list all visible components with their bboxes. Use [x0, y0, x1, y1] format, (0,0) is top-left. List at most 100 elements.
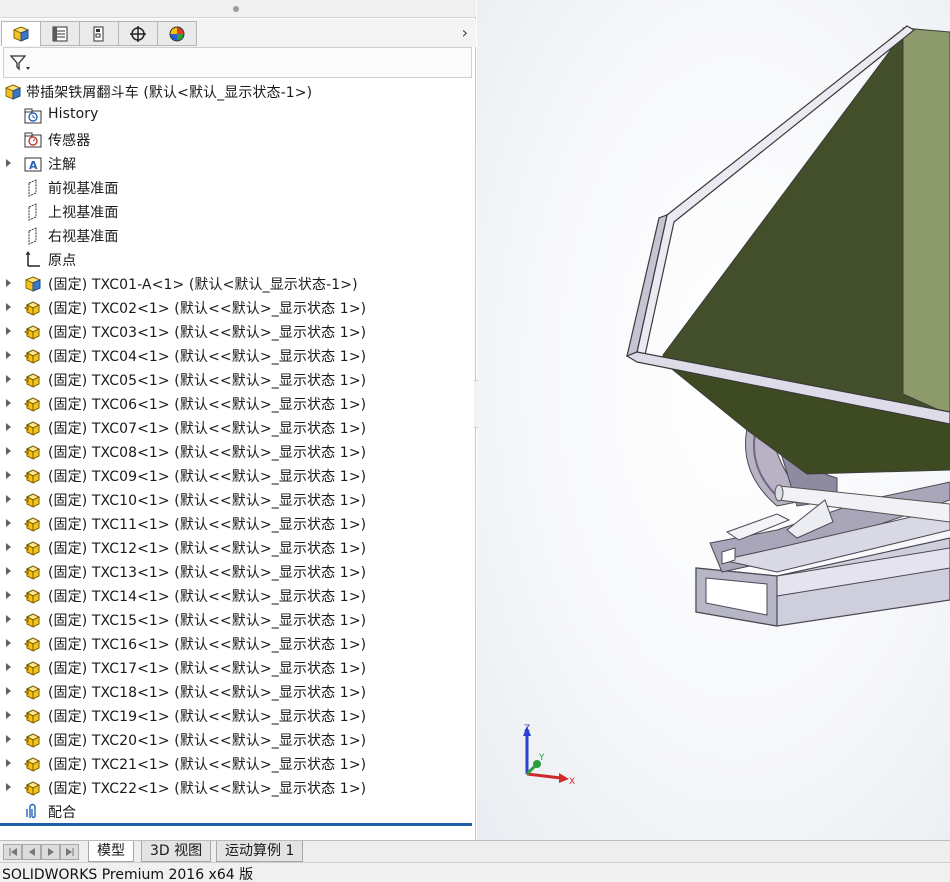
tree-component-3[interactable]: (固定) TXC03<1> (默认<<默认>_显示状态 1>) [0, 320, 476, 344]
plane-icon [28, 203, 37, 221]
expand-arrow-icon[interactable] [6, 447, 11, 455]
expand-arrow-icon[interactable] [6, 375, 11, 383]
tab-motion-study[interactable]: 运动算例 1 [216, 841, 304, 862]
expand-arrow-icon[interactable] [6, 495, 11, 503]
tree-component-16[interactable]: (固定) TXC16<1> (默认<<默认>_显示状态 1>) [0, 632, 476, 656]
status-bar: SOLIDWORKS Premium 2016 x64 版 [0, 862, 950, 882]
tree-component-6[interactable]: (固定) TXC06<1> (默认<<默认>_显示状态 1>) [0, 392, 476, 416]
expand-arrow-icon[interactable] [6, 159, 11, 167]
tree-item-right-plane[interactable]: 右视基准面 [0, 224, 476, 248]
tree-filter-bar[interactable] [3, 47, 472, 78]
tree-component-15[interactable]: (固定) TXC15<1> (默认<<默认>_显示状态 1>) [0, 608, 476, 632]
first-arrow-icon [9, 848, 17, 856]
orientation-triad: Z Y X [523, 724, 575, 787]
expand-arrow-icon[interactable] [6, 327, 11, 335]
tree-item-sensors[interactable]: 传感器 [0, 128, 476, 152]
expand-arrow-icon[interactable] [6, 279, 11, 287]
tree-component-20[interactable]: (固定) TXC20<1> (默认<<默认>_显示状态 1>) [0, 728, 476, 752]
origin-icon [25, 251, 40, 267]
tree-component-10[interactable]: (固定) TXC10<1> (默认<<默认>_显示状态 1>) [0, 488, 476, 512]
component-label: (固定) TXC15<1> (默认<<默认>_显示状态 1>) [48, 613, 367, 629]
prev-tab-button[interactable] [22, 844, 41, 860]
tab-model[interactable]: 模型 [88, 841, 134, 862]
tree-component-18[interactable]: (固定) TXC18<1> (默认<<默认>_显示状态 1>) [0, 680, 476, 704]
collapse-handle-icon[interactable] [233, 6, 239, 12]
expand-arrow-icon[interactable] [6, 567, 11, 575]
tree-item-front-plane[interactable]: 前视基准面 [0, 176, 476, 200]
tree-end-rollback-bar[interactable] [0, 823, 472, 826]
component-label: (固定) TXC12<1> (默认<<默认>_显示状态 1>) [48, 541, 367, 557]
manager-tabs: › [0, 19, 476, 47]
chevron-right-icon[interactable]: › [462, 23, 468, 42]
expand-arrow-icon[interactable] [6, 663, 11, 671]
tree-component-9[interactable]: (固定) TXC09<1> (默认<<默认>_显示状态 1>) [0, 464, 476, 488]
component-label: (固定) TXC11<1> (默认<<默认>_显示状态 1>) [48, 517, 367, 533]
expand-arrow-icon[interactable] [6, 519, 11, 527]
component-label: (固定) TXC19<1> (默认<<默认>_显示状态 1>) [48, 709, 367, 725]
tree-item-label: 配合 [48, 805, 77, 821]
tab-displaymanager[interactable] [157, 21, 197, 46]
tab-configurationmanager[interactable] [79, 21, 119, 46]
panel-collapse-bar[interactable] [0, 0, 476, 18]
part-icon [24, 781, 41, 796]
tree-root-assembly[interactable]: 带插架铁屑翻斗车 (默认<默认_显示状态-1>) [0, 80, 476, 104]
tree-component-19[interactable]: (固定) TXC19<1> (默认<<默认>_显示状态 1>) [0, 704, 476, 728]
component-label: (固定) TXC03<1> (默认<<默认>_显示状态 1>) [48, 325, 367, 341]
tree-component-4[interactable]: (固定) TXC04<1> (默认<<默认>_显示状态 1>) [0, 344, 476, 368]
tree-component-2[interactable]: (固定) TXC02<1> (默认<<默认>_显示状态 1>) [0, 296, 476, 320]
part-icon [24, 373, 41, 388]
tree-component-11[interactable]: (固定) TXC11<1> (默认<<默认>_显示状态 1>) [0, 512, 476, 536]
tree-component-13[interactable]: (固定) TXC13<1> (默认<<默认>_显示状态 1>) [0, 560, 476, 584]
expand-arrow-icon[interactable] [6, 639, 11, 647]
expand-arrow-icon[interactable] [6, 711, 11, 719]
first-tab-button[interactable] [3, 844, 22, 860]
tree-component-14[interactable]: (固定) TXC14<1> (默认<<默认>_显示状态 1>) [0, 584, 476, 608]
tree-item-label: 原点 [48, 253, 77, 269]
expand-arrow-icon[interactable] [6, 687, 11, 695]
expand-arrow-icon[interactable] [6, 759, 11, 767]
tab-3d-view[interactable]: 3D 视图 [141, 841, 212, 862]
part-icon [24, 397, 41, 412]
tree-component-22[interactable]: (固定) TXC22<1> (默认<<默认>_显示状态 1>) [0, 776, 476, 800]
last-arrow-icon [65, 848, 73, 856]
tab-propertymanager[interactable] [40, 21, 80, 46]
filter-funnel-icon[interactable] [9, 53, 31, 73]
tree-item-history[interactable]: History [0, 104, 476, 128]
tab-dimxpertmanager[interactable] [118, 21, 158, 46]
expand-arrow-icon[interactable] [6, 591, 11, 599]
last-tab-button[interactable] [60, 844, 79, 860]
tree-component-17[interactable]: (固定) TXC17<1> (默认<<默认>_显示状态 1>) [0, 656, 476, 680]
expand-arrow-icon[interactable] [6, 783, 11, 791]
tab-featuremanager[interactable] [1, 21, 41, 46]
tree-component-12[interactable]: (固定) TXC12<1> (默认<<默认>_显示状态 1>) [0, 536, 476, 560]
expand-arrow-icon[interactable] [6, 543, 11, 551]
expand-arrow-icon[interactable] [6, 471, 11, 479]
tree-item-top-plane[interactable]: 上视基准面 [0, 200, 476, 224]
tipper-cart-model[interactable] [477, 0, 950, 840]
feature-manager-panel: › 带插架铁屑翻斗车 (默认<默认_显示状态-1>) History 传感器 A… [0, 0, 476, 840]
tree-item-annotations[interactable]: A 注解 [0, 152, 476, 176]
component-label: (固定) TXC22<1> (默认<<默认>_显示状态 1>) [48, 781, 367, 797]
history-folder-icon [24, 108, 42, 124]
expand-arrow-icon[interactable] [6, 399, 11, 407]
crosshair-icon [130, 25, 146, 42]
expand-arrow-icon[interactable] [6, 351, 11, 359]
tree-item-label: History [48, 106, 99, 122]
expand-arrow-icon[interactable] [6, 303, 11, 311]
tree-component-8[interactable]: (固定) TXC08<1> (默认<<默认>_显示状态 1>) [0, 440, 476, 464]
tree-item-origin[interactable]: 原点 [0, 248, 476, 272]
tree-component-1[interactable]: (固定) TXC01-A<1> (默认<默认_显示状态-1>) [0, 272, 476, 296]
expand-arrow-icon[interactable] [6, 735, 11, 743]
expand-arrow-icon[interactable] [6, 423, 11, 431]
part-icon [24, 637, 41, 652]
configuration-icon [93, 26, 104, 41]
assembly-icon [4, 84, 22, 100]
tree-component-7[interactable]: (固定) TXC07<1> (默认<<默认>_显示状态 1>) [0, 416, 476, 440]
next-tab-button[interactable] [41, 844, 60, 860]
tree-component-21[interactable]: (固定) TXC21<1> (默认<<默认>_显示状态 1>) [0, 752, 476, 776]
graphics-viewport[interactable]: Z Y X [477, 0, 950, 840]
tree-component-5[interactable]: (固定) TXC05<1> (默认<<默认>_显示状态 1>) [0, 368, 476, 392]
tree-item-mates[interactable]: 配合 [0, 800, 476, 824]
component-label: (固定) TXC21<1> (默认<<默认>_显示状态 1>) [48, 757, 367, 773]
expand-arrow-icon[interactable] [6, 615, 11, 623]
